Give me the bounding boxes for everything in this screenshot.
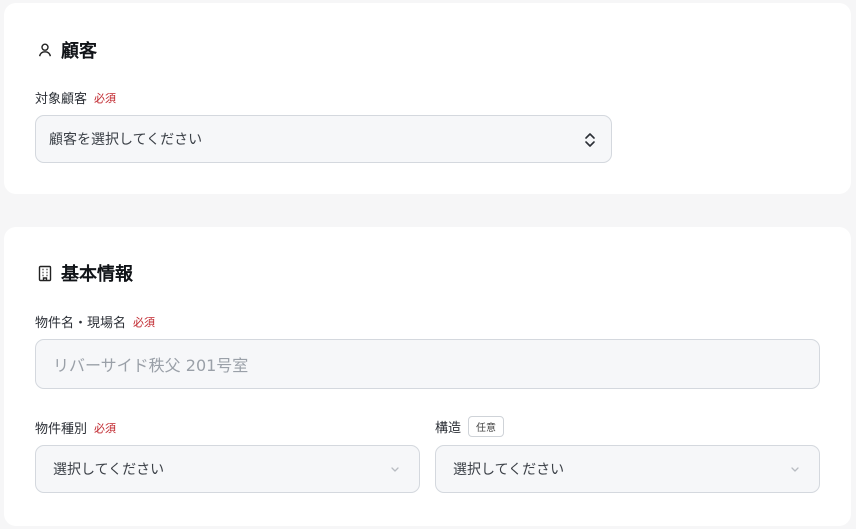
property-type-select-value: 選択してください <box>53 462 165 478</box>
required-badge: 必須 <box>133 315 156 329</box>
chevron-down-icon <box>390 465 400 473</box>
structure-label: 構造 任意 <box>435 416 505 437</box>
property-type-label: 物件種別 必須 <box>35 418 117 438</box>
basic-title-text: 基本情報 <box>61 264 133 285</box>
property-name-input[interactable]: リバーサイド秩父 201号室 <box>35 339 820 389</box>
target-customer-label-text: 対象顧客 <box>35 92 88 107</box>
required-badge: 必須 <box>94 91 117 105</box>
chevron-up-down-icon <box>583 131 597 149</box>
customer-card: 顧客 対象顧客 必須 顧客を選択してください <box>4 3 851 194</box>
customer-title-text: 顧客 <box>61 41 97 62</box>
property-type-label-text: 物件種別 <box>35 422 88 437</box>
chevron-down-icon <box>790 465 800 473</box>
user-icon <box>37 42 53 58</box>
structure-label-text: 構造 <box>435 421 462 436</box>
structure-select[interactable]: 選択してください <box>435 445 820 493</box>
target-customer-label: 対象顧客 必須 <box>35 88 117 108</box>
required-badge: 必須 <box>94 421 117 435</box>
property-name-placeholder: リバーサイド秩父 201号室 <box>53 356 249 375</box>
property-type-select[interactable]: 選択してください <box>35 445 420 493</box>
basic-section-title: 基本情報 <box>37 260 133 286</box>
customer-select[interactable]: 顧客を選択してください <box>35 115 612 163</box>
customer-select-value: 顧客を選択してください <box>49 132 203 148</box>
property-name-label: 物件名・現場名 必須 <box>35 312 156 332</box>
building-icon <box>37 265 53 282</box>
basic-info-card: 基本情報 物件名・現場名 必須 リバーサイド秩父 201号室 物件種別 必須 構… <box>4 227 851 526</box>
customer-section-title: 顧客 <box>37 37 97 63</box>
optional-badge: 任意 <box>468 416 505 437</box>
property-name-label-text: 物件名・現場名 <box>35 316 127 331</box>
structure-select-value: 選択してください <box>453 462 565 478</box>
